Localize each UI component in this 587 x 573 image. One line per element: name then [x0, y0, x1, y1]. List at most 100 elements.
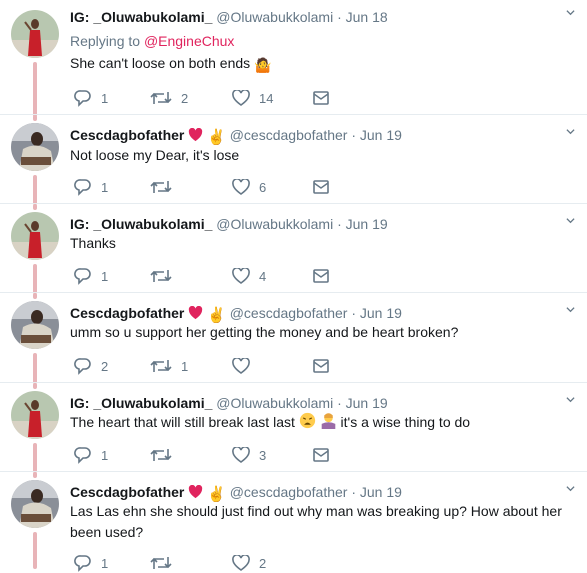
- reply-icon: [74, 90, 91, 107]
- chevron-down-icon[interactable]: [566, 305, 575, 314]
- direct-message-button[interactable]: [313, 177, 329, 197]
- like-button[interactable]: 3: [232, 445, 266, 465]
- heart-emoji: [189, 128, 203, 142]
- avatar[interactable]: [11, 301, 59, 349]
- heart-icon: [232, 89, 250, 106]
- retweet-icon: [150, 360, 172, 372]
- heart-icon: [232, 446, 250, 463]
- avatar[interactable]: [11, 480, 59, 528]
- avatar[interactable]: [11, 10, 59, 58]
- user-handle[interactable]: @cescdagbofather: [230, 305, 348, 321]
- reply-count: 1: [101, 555, 109, 571]
- tweet-date[interactable]: · Jun 19: [337, 216, 388, 232]
- user-handle[interactable]: @Oluwabukkolami: [216, 9, 333, 25]
- reply-button[interactable]: 1: [74, 445, 108, 465]
- user-handle[interactable]: @Oluwabukkolami: [216, 395, 333, 411]
- reply-icon: [74, 358, 91, 375]
- display-name[interactable]: IG: _Oluwabukolami_: [70, 9, 212, 25]
- retweet-icon: [150, 449, 172, 461]
- display-name[interactable]: Cescdagbofather: [70, 484, 184, 500]
- tweet-text: umm so u support her getting the money a…: [70, 322, 570, 343]
- tweet-header: IG: _Oluwabukolami_ @Oluwabukkolami · Ju…: [70, 215, 388, 233]
- reply-button[interactable]: 1: [74, 553, 108, 573]
- like-button[interactable]: 4: [232, 266, 266, 286]
- retweet-button[interactable]: [150, 553, 181, 573]
- direct-message-button[interactable]: [313, 88, 329, 108]
- like-button[interactable]: 14: [232, 88, 273, 108]
- direct-message-button[interactable]: [313, 356, 329, 376]
- reply-count: 1: [101, 268, 109, 284]
- replying-to: Replying to @EngineChux: [70, 33, 234, 49]
- thread-connector: [33, 204, 37, 210]
- avatar[interactable]: [11, 212, 59, 260]
- thread-connector: [33, 115, 37, 121]
- display-name[interactable]: IG: _Oluwabukolami_: [70, 395, 212, 411]
- retweet-button[interactable]: [150, 177, 181, 197]
- replying-to-label: Replying to: [70, 33, 141, 49]
- avatar[interactable]: [11, 123, 59, 171]
- tweet-date[interactable]: · Jun 19: [351, 484, 402, 500]
- tweet-text-content: Thanks: [70, 235, 116, 251]
- user-handle[interactable]: @cescdagbofather: [230, 484, 348, 500]
- tweet-date[interactable]: · Jun 19: [351, 127, 402, 143]
- reply-button[interactable]: 1: [74, 88, 108, 108]
- tweet-date[interactable]: · Jun 18: [337, 9, 388, 25]
- display-name[interactable]: IG: _Oluwabukolami_: [70, 216, 212, 232]
- like-button[interactable]: 2: [232, 553, 266, 573]
- tweet[interactable]: IG: _Oluwabukolami_ @Oluwabukkolami · Ju…: [0, 0, 587, 117]
- retweet-button[interactable]: 2: [150, 88, 188, 108]
- reply-count: 1: [101, 90, 109, 106]
- envelope-icon: [313, 91, 329, 105]
- user-handle[interactable]: @Oluwabukkolami: [216, 216, 333, 232]
- chevron-down-icon[interactable]: [566, 395, 575, 404]
- retweet-button[interactable]: [150, 445, 181, 465]
- envelope-icon: [313, 269, 329, 283]
- like-button[interactable]: 6: [232, 177, 266, 197]
- heart-emoji: [189, 306, 203, 320]
- chevron-down-icon[interactable]: [566, 8, 575, 17]
- tweet-date[interactable]: · Jun 19: [351, 305, 402, 321]
- direct-message-button[interactable]: [313, 266, 329, 286]
- tweet[interactable]: IG: _Oluwabukolami_ @Oluwabukkolami · Ju…: [0, 204, 587, 294]
- retweet-button[interactable]: [150, 266, 181, 286]
- thread-connector: [33, 175, 37, 205]
- reply-button[interactable]: 2: [74, 356, 108, 376]
- chevron-down-icon[interactable]: [566, 484, 575, 493]
- tweet-text-content: umm so u support her getting the money a…: [70, 324, 459, 340]
- user-handle[interactable]: @cescdagbofather: [230, 127, 348, 143]
- like-count: 14: [259, 90, 274, 106]
- tweet-date[interactable]: · Jun 19: [337, 395, 388, 411]
- reply-count: 2: [101, 358, 109, 374]
- retweet-icon: [150, 181, 172, 193]
- display-name[interactable]: Cescdagbofather: [70, 127, 184, 143]
- tweet-actions: 2 1: [70, 356, 370, 376]
- reply-button[interactable]: 1: [74, 177, 108, 197]
- retweet-button[interactable]: 1: [150, 356, 188, 376]
- tweet[interactable]: Cescdagbofather ✌ @cescdagbofather · Jun…: [0, 115, 587, 205]
- tweet-text-content-end: it's a wise thing to do: [340, 414, 471, 430]
- reply-button[interactable]: 1: [74, 266, 108, 286]
- retweet-icon: [150, 270, 172, 282]
- direct-message-button[interactable]: [313, 445, 329, 465]
- thread-connector: [33, 353, 37, 384]
- tweet-header: IG: _Oluwabukolami_ @Oluwabukkolami · Ju…: [70, 394, 388, 412]
- retweet-icon: [150, 92, 172, 104]
- tweet-actions: 1 2: [70, 553, 370, 573]
- retweet-count: 1: [181, 358, 189, 374]
- like-count: 4: [259, 268, 267, 284]
- avatar[interactable]: [11, 391, 59, 439]
- chevron-down-icon[interactable]: [566, 127, 575, 136]
- tweet[interactable]: Cescdagbofather ✌ @cescdagbofather · Jun…: [0, 472, 587, 572]
- tweet[interactable]: IG: _Oluwabukolami_ @Oluwabukkolami · Ju…: [0, 383, 587, 473]
- like-button[interactable]: [232, 356, 259, 376]
- conversation-thread: IG: _Oluwabukolami_ @Oluwabukkolami · Ju…: [0, 0, 587, 572]
- shrug-emoji: 🤷: [254, 57, 272, 73]
- thread-connector: [33, 472, 37, 478]
- mention-link[interactable]: @EngineChux: [144, 33, 235, 49]
- tweet-text-content: She can't loose on both ends: [70, 55, 251, 71]
- display-name[interactable]: Cescdagbofather: [70, 305, 184, 321]
- reply-count: 1: [101, 447, 109, 463]
- chevron-down-icon[interactable]: [566, 216, 575, 225]
- reply-icon: [74, 179, 91, 196]
- tweet[interactable]: Cescdagbofather ✌ @cescdagbofather · Jun…: [0, 293, 587, 384]
